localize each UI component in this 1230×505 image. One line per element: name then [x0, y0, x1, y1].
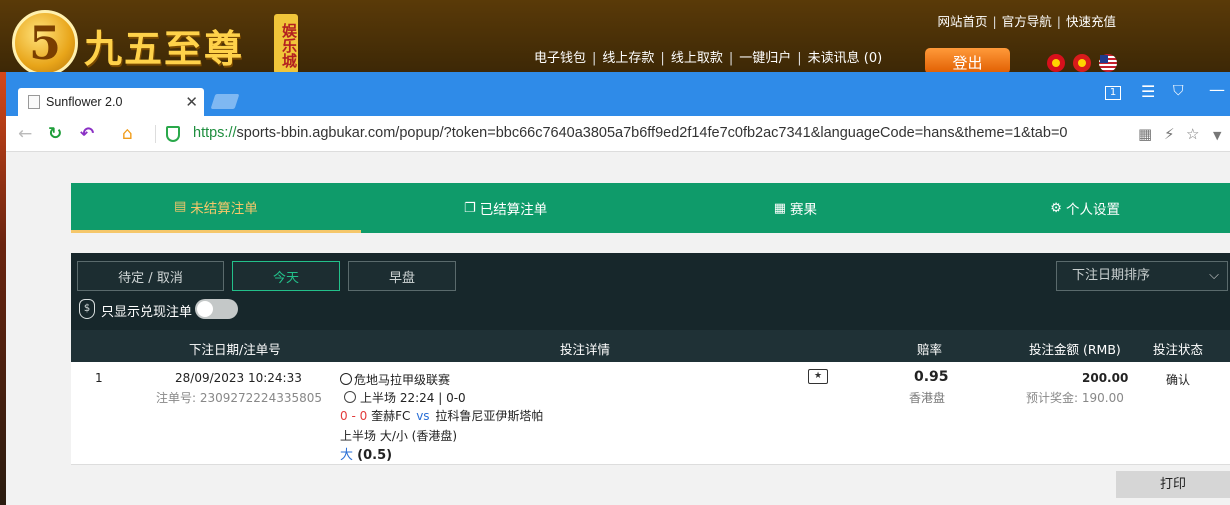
new-tab-button[interactable] [210, 94, 240, 109]
page-favicon-icon [28, 95, 40, 109]
header-odds: 赔率 [917, 342, 943, 357]
link-wallet[interactable]: 电子钱包 [534, 51, 586, 66]
link-messages[interactable]: 未读讯息 (0) [808, 51, 883, 66]
odds-type: 香港盘 [909, 391, 946, 405]
url-input[interactable]: https://sports-bbin.agbukar.com/popup/?t… [193, 125, 1143, 141]
chevron-down-icon[interactable]: ▼ [1213, 129, 1221, 142]
gear-icon: ⚙ [1050, 200, 1062, 216]
live-chat-icon[interactable]: ★ [808, 369, 828, 384]
sort-select[interactable]: 下注日期排序 ⌵ [1056, 261, 1228, 291]
logout-button[interactable]: 登出 [925, 48, 1010, 74]
tab-results[interactable]: ▦ 赛果 [651, 183, 941, 233]
browser-window: Sunflower 2.0 ✕ 1 ☰ ⛉ — ← ↻ ↶ ⌂ https://… [6, 72, 1230, 505]
link-withdraw[interactable]: 线上取款 [671, 51, 723, 66]
today-button[interactable]: 今天 [232, 261, 340, 291]
header-amount: 投注金额 (RMB) [1029, 342, 1121, 357]
bet-number: 注单号: 2309272224335805 [156, 391, 323, 405]
tab-bar: Sunflower 2.0 ✕ 1 ☰ ⛉ — [6, 72, 1230, 116]
undo-icon[interactable]: ↶ [80, 124, 94, 144]
flag-hk-icon[interactable] [1047, 54, 1065, 72]
link-home[interactable]: 网站首页 [938, 14, 988, 29]
bet-stake: 200.00 [1082, 371, 1129, 385]
page-content: ▤ 未结算注单 ❐ 已结算注单 ▦ 赛果 ⚙ 个人设置 待定 / 取消 今天 早盘 下注… [6, 152, 1230, 505]
match-teams: 0 - 0 奎赫FC vs 拉科鲁尼亚伊斯塔帕 [340, 409, 544, 423]
top-links: 网站首页 | 官方导航 | 快速充值 [937, 14, 1116, 29]
receipt-icon: ▤ [173, 199, 187, 214]
divider [155, 125, 156, 143]
home-icon[interactable]: ⌂ [122, 124, 133, 144]
flag-cn-icon[interactable] [1073, 54, 1091, 72]
main-links: 电子钱包 | 线上存款 | 线上取款 | 一键归户 | 未读讯息 (0) [534, 51, 883, 66]
league-name: 危地马拉甲级联赛 [340, 371, 450, 388]
stack-icon: ❐ [464, 200, 476, 216]
tab-close-icon[interactable]: ✕ [185, 93, 198, 111]
print-button[interactable]: 打印 [1116, 471, 1230, 498]
pending-cancel-button[interactable]: 待定 / 取消 [77, 261, 224, 291]
site-logo-text[interactable]: 九五至尊 [84, 18, 244, 73]
tab-title: Sunflower 2.0 [46, 95, 123, 109]
tab-sunflower[interactable]: Sunflower 2.0 ✕ [18, 88, 204, 116]
money-bag-icon: $ [79, 299, 95, 319]
tab-unsettled[interactable]: ▤ 未结算注单 [71, 183, 361, 233]
tab-settled[interactable]: ❐ 已结算注单 [361, 183, 651, 233]
site-logo-icon[interactable]: 5 [12, 10, 78, 76]
bet-status: 确认 [1166, 373, 1191, 387]
header-status: 投注状态 [1153, 342, 1204, 357]
match-time: 上半场 22:24 | 0-0 [344, 389, 466, 406]
filter-area: 待定 / 取消 今天 早盘 下注日期排序 ⌵ $ 只显示兑现注单 [71, 253, 1230, 330]
flag-us-icon[interactable] [1099, 54, 1117, 72]
cashout-only-toggle[interactable] [195, 299, 238, 319]
cashout-only-label: 只显示兑现注单 [101, 305, 193, 320]
bet-market: 上半场 大/小 (香港盘) [340, 429, 458, 443]
chevron-down-icon: ⌵ [1209, 268, 1219, 283]
soccer-ball-icon [340, 373, 352, 385]
bet-selection: 大 (0.5) [340, 448, 393, 463]
scoreboard-icon: ▦ [773, 200, 787, 216]
early-market-button[interactable]: 早盘 [348, 261, 456, 291]
bet-odds: 0.95 [914, 369, 949, 385]
header-date: 下注日期/注单号 [189, 342, 281, 357]
table-row: 1 28/09/2023 10:24:33 注单号: 2309272224335… [71, 362, 1230, 465]
qr-code-icon[interactable]: ▦ [1138, 125, 1152, 143]
table-header: 下注日期/注单号 投注详情 赔率 投注金额 (RMB) 投注状态 [71, 330, 1230, 362]
header-detail: 投注详情 [560, 342, 611, 357]
minimize-icon[interactable]: — [1209, 80, 1225, 99]
tab-settings[interactable]: ⚙ 个人设置 [940, 183, 1230, 233]
estimated-payout: 预计奖金: 190.00 [1026, 391, 1124, 405]
skin-icon[interactable]: ⛉ [1173, 83, 1184, 99]
menu-icon[interactable]: ☰ [1141, 82, 1155, 101]
site-logo-badge: 娱乐城 [274, 14, 298, 74]
back-icon[interactable]: ← [18, 124, 32, 144]
row-index: 1 [95, 371, 103, 385]
window-count-icon[interactable]: 1 [1105, 86, 1121, 100]
lightning-icon[interactable]: ⚡ [1164, 125, 1175, 143]
star-icon[interactable]: ☆ [1186, 125, 1199, 143]
shield-icon[interactable] [166, 126, 180, 142]
reload-icon[interactable]: ↻ [48, 124, 62, 144]
link-quick-deposit[interactable]: 快速充值 [1066, 14, 1116, 29]
address-bar: ← ↻ ↶ ⌂ https://sports-bbin.agbukar.com/… [6, 116, 1230, 152]
clock-icon [344, 391, 356, 403]
link-navigation[interactable]: 官方导航 [1002, 14, 1052, 29]
link-deposit[interactable]: 线上存款 [602, 51, 654, 66]
site-header: 5 九五至尊 娱乐城 网站首页 | 官方导航 | 快速充值 电子钱包 | 线上存款 | 线上取款… [0, 0, 1230, 76]
main-menu: ▤ 未结算注单 ❐ 已结算注单 ▦ 赛果 ⚙ 个人设置 [71, 183, 1230, 233]
bet-date: 28/09/2023 10:24:33 [175, 371, 302, 385]
link-one-click[interactable]: 一键归户 [739, 51, 791, 66]
